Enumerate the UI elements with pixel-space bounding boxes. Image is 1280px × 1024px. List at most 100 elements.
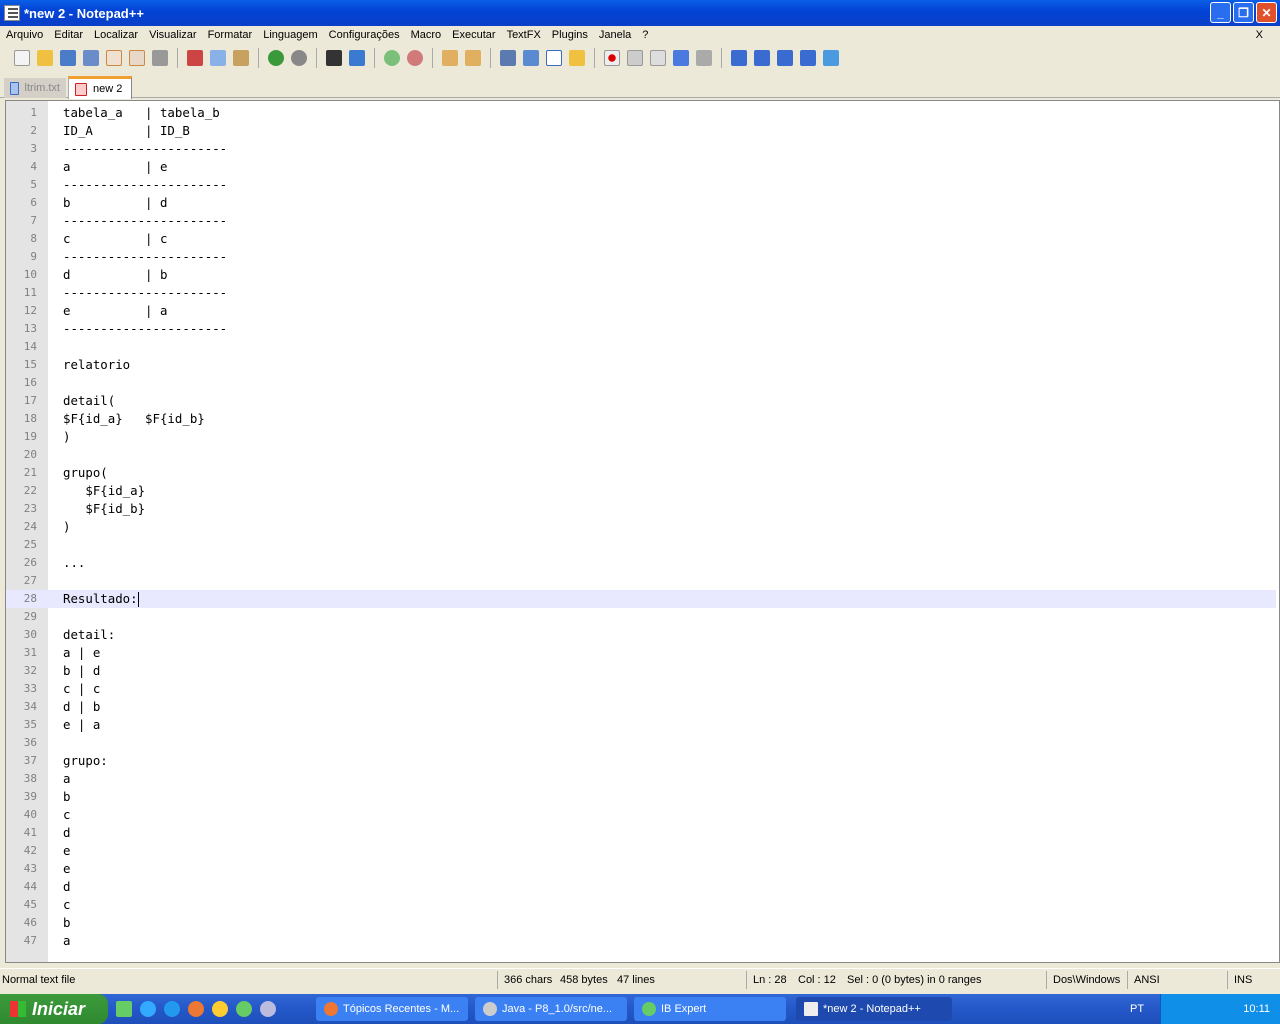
menu-linguagem[interactable]: Linguagem: [263, 29, 317, 41]
editor-line[interactable]: 3 ----------------------: [6, 140, 1276, 158]
last-icon[interactable]: [800, 50, 816, 66]
menu-configuracoes[interactable]: Configurações: [329, 29, 400, 41]
print-icon[interactable]: [152, 50, 168, 66]
task-firefox[interactable]: Tópicos Recentes - M...: [316, 997, 468, 1021]
editor-line[interactable]: 47 a: [6, 932, 1276, 950]
editor-line[interactable]: 23 $F{id_b}: [6, 500, 1276, 518]
editor-line[interactable]: 29: [6, 608, 1276, 626]
indent-guide-icon[interactable]: [546, 50, 562, 66]
close-file-icon[interactable]: [106, 50, 122, 66]
word-wrap-icon[interactable]: [500, 50, 516, 66]
editor-line[interactable]: 17 detail(: [6, 392, 1276, 410]
firefox-icon[interactable]: [188, 1001, 204, 1017]
menu-formatar[interactable]: Formatar: [208, 29, 253, 41]
text-editor[interactable]: 1 tabela_a | tabela_b 2 ID_A | ID_B 3 -------…: [5, 100, 1280, 963]
editor-line[interactable]: 35 e | a: [6, 716, 1276, 734]
task-eclipse[interactable]: Java - P8_1.0/src/ne...: [475, 997, 627, 1021]
maximize-button[interactable]: ❐: [1233, 2, 1254, 23]
new-file-icon[interactable]: [14, 50, 30, 66]
save-icon[interactable]: [60, 50, 76, 66]
menu-help[interactable]: ?: [642, 29, 648, 41]
editor-line[interactable]: 20: [6, 446, 1276, 464]
editor-line[interactable]: 2 ID_A | ID_B: [6, 122, 1276, 140]
menu-macro[interactable]: Macro: [411, 29, 442, 41]
redo-icon[interactable]: [291, 50, 307, 66]
first-icon[interactable]: [731, 50, 747, 66]
minimize-button[interactable]: _: [1210, 2, 1231, 23]
menu-plugins[interactable]: Plugins: [552, 29, 588, 41]
stop-macro-icon[interactable]: [627, 50, 643, 66]
menu-textfx[interactable]: TextFX: [507, 29, 541, 41]
run-macro-multiple-icon[interactable]: [673, 50, 689, 66]
editor-line[interactable]: 43 e: [6, 860, 1276, 878]
ie-icon[interactable]: [140, 1001, 156, 1017]
editor-line[interactable]: 21 grupo(: [6, 464, 1276, 482]
language-indicator[interactable]: PT: [1130, 1003, 1144, 1015]
close-button[interactable]: ✕: [1256, 2, 1277, 23]
editor-line[interactable]: 26...: [6, 554, 1276, 572]
editor-line[interactable]: 13 ----------------------: [6, 320, 1276, 338]
editor-line[interactable]: 42 e: [6, 842, 1276, 860]
record-macro-icon[interactable]: [604, 50, 620, 66]
menu-visualizar[interactable]: Visualizar: [149, 29, 197, 41]
open-file-icon[interactable]: [37, 50, 53, 66]
task-notepadpp[interactable]: *new 2 - Notepad++: [796, 997, 952, 1021]
editor-line[interactable]: 27: [6, 572, 1276, 590]
editor-line[interactable]: 46 b: [6, 914, 1276, 932]
user-language-icon[interactable]: [569, 50, 585, 66]
close-document-button[interactable]: X: [1256, 29, 1263, 41]
paste-icon[interactable]: [233, 50, 249, 66]
ie-alt-icon[interactable]: [164, 1001, 180, 1017]
save-all-icon[interactable]: [83, 50, 99, 66]
menu-editar[interactable]: Editar: [54, 29, 83, 41]
tab-ltrim[interactable]: ltrim.txt: [4, 78, 66, 98]
editor-line[interactable]: 25: [6, 536, 1276, 554]
editor-line[interactable]: 6 b | d: [6, 194, 1276, 212]
editor-line[interactable]: 45 c: [6, 896, 1276, 914]
spell-check-icon[interactable]: [823, 50, 839, 66]
editor-line[interactable]: 22 $F{id_a}: [6, 482, 1276, 500]
close-all-icon[interactable]: [129, 50, 145, 66]
editor-line[interactable]: 41 d: [6, 824, 1276, 842]
editor-line[interactable]: 32 b | d: [6, 662, 1276, 680]
editor-line[interactable]: 30 detail:: [6, 626, 1276, 644]
editor-line[interactable]: 5 ----------------------: [6, 176, 1276, 194]
cut-icon[interactable]: [187, 50, 203, 66]
editor-line[interactable]: 33 c | c: [6, 680, 1276, 698]
editor-line[interactable]: 10 d | b: [6, 266, 1276, 284]
editor-line[interactable]: 31 a | e: [6, 644, 1276, 662]
editor-line[interactable]: 4 a | e: [6, 158, 1276, 176]
chrome-icon[interactable]: [212, 1001, 228, 1017]
show-all-chars-icon[interactable]: [523, 50, 539, 66]
editor-line[interactable]: 44 d: [6, 878, 1276, 896]
editor-line[interactable]: 24): [6, 518, 1276, 536]
editor-line[interactable]: 34 d | b: [6, 698, 1276, 716]
editor-line[interactable]: 11 ----------------------: [6, 284, 1276, 302]
start-button[interactable]: Iniciar: [0, 994, 108, 1024]
zoom-out-icon[interactable]: [407, 50, 423, 66]
menu-janela[interactable]: Janela: [599, 29, 631, 41]
ibexpert-icon[interactable]: [236, 1001, 252, 1017]
up-icon[interactable]: [754, 50, 770, 66]
editor-line[interactable]: 15 relatorio: [6, 356, 1276, 374]
show-desktop-icon[interactable]: [116, 1001, 132, 1017]
copy-icon[interactable]: [210, 50, 226, 66]
save-macro-icon[interactable]: [696, 50, 712, 66]
menu-localizar[interactable]: Localizar: [94, 29, 138, 41]
zoom-in-icon[interactable]: [384, 50, 400, 66]
editor-line[interactable]: 12 e | a: [6, 302, 1276, 320]
editor-line[interactable]: 1 tabela_a | tabela_b: [6, 104, 1276, 122]
down-icon[interactable]: [777, 50, 793, 66]
editor-line[interactable]: 14: [6, 338, 1276, 356]
editor-line[interactable]: 18 $F{id_a} $F{id_b}: [6, 410, 1276, 428]
play-macro-icon[interactable]: [650, 50, 666, 66]
replace-icon[interactable]: [349, 50, 365, 66]
editor-line[interactable]: 8 c | c: [6, 230, 1276, 248]
task-ibexpert[interactable]: IB Expert: [634, 997, 786, 1021]
editor-line[interactable]: 7 ----------------------: [6, 212, 1276, 230]
editor-line[interactable]: 36: [6, 734, 1276, 752]
menu-arquivo[interactable]: Arquivo: [6, 29, 43, 41]
editor-line[interactable]: 28 Resultado:: [6, 590, 1276, 608]
tab-new-2[interactable]: new 2: [68, 76, 132, 99]
editor-line[interactable]: 9 ----------------------: [6, 248, 1276, 266]
